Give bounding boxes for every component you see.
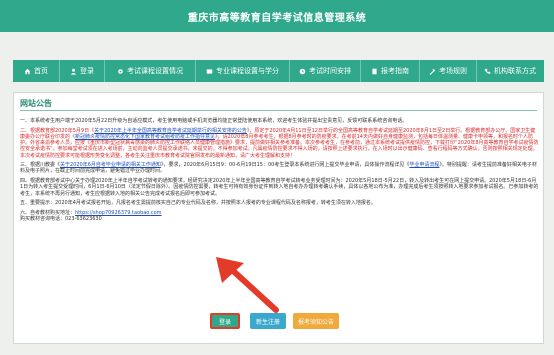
new-student-register-button[interactable]: 新生注册	[250, 313, 286, 329]
action-buttons: 登录 新生注册 报考须知公告	[14, 313, 543, 333]
site-title: 重庆市高等教育自学考试信息管理系统	[187, 13, 367, 24]
announcement-item-3: 三、根据川教委《关于2020年6月自考毕业申请的相关工作通知》，要求，2020年…	[20, 162, 539, 174]
announcement-link[interactable]: 关于2020年上半年全国高等教育自学考试延期举行的相关安排的公告	[94, 128, 247, 134]
book-icon	[206, 68, 213, 74]
announcement-link[interactable]: 新冠肺炎疫情防控常态化下国家教育考试组考防疫工作指导意见	[75, 134, 215, 140]
gear-icon	[118, 68, 123, 74]
announcement-item-6: 六、自考教材购买地址：https://shop70926379.taobao.c…	[20, 210, 539, 222]
clock-icon	[299, 68, 306, 74]
nav-item-course-settings[interactable]: 考试课程设置情况	[105, 60, 195, 82]
announcement-item-2: 二、根据教育部2020年5月9日《关于2020年上半年全国高等教育自学考试延期举…	[20, 128, 539, 159]
announcement-divider	[20, 110, 537, 111]
nav-item-exam-rules[interactable]: 考场规则	[420, 60, 476, 82]
nav-item-home[interactable]: 首页	[13, 60, 59, 82]
guide-icon	[372, 68, 377, 74]
login-button[interactable]: 登录	[210, 313, 240, 329]
main-nav: 首页 登录 考试课程设置情况 专业课程设置与学分 考试时间安排 报考指南 考场规…	[13, 60, 544, 82]
announcement-text: 购买教材咨询电话：023-63623630	[20, 216, 102, 223]
nav-item-login[interactable]: 登录	[60, 60, 104, 82]
nav-item-label: 考试课程设置情况	[127, 67, 183, 75]
announcement-text: 二、根据教育部2020年5月9日《	[20, 127, 95, 134]
nav-item-major-courses[interactable]: 专业课程设置与学分	[196, 60, 289, 82]
announcement-content: 一、本系统考生用户端于2020年5月22日升级为自适应模式，考生使用电脑或手机浏…	[20, 118, 539, 226]
nav-item-contact[interactable]: 机构联系方式	[477, 60, 543, 82]
announcement-link[interactable]: 毕业申请流程	[409, 162, 439, 168]
nav-item-label: 考试时间安排	[309, 67, 351, 75]
phone-icon	[484, 68, 491, 74]
announcement-item-4: 四、根据教育部考试中心关于办理2020年上半年自学考试转考的通知要求，经研究决定…	[20, 178, 539, 197]
announcement-title: 网站公告	[20, 99, 52, 108]
red-arrow-annotation	[216, 257, 279, 313]
exam-notice-button[interactable]: 报考须知公告	[293, 313, 339, 329]
nav-item-exam-guide[interactable]: 报考指南	[361, 60, 419, 82]
home-icon	[24, 68, 31, 74]
user-icon	[70, 68, 77, 75]
nav-item-exam-schedule[interactable]: 考试时间安排	[290, 60, 360, 82]
nav-item-label: 报考指南	[381, 67, 409, 75]
nav-item-label: 机构联系方式	[494, 67, 536, 75]
nav-item-label: 考场规则	[439, 67, 467, 75]
nav-item-label: 专业课程设置与学分	[216, 67, 279, 75]
announcement-item-1: 一、本系统考生用户端于2020年5月22日升级为自适应模式，考生使用电脑或手机浏…	[20, 118, 408, 124]
rules-icon	[429, 68, 436, 75]
nav-item-label: 首页	[34, 67, 48, 75]
announcement-text: 》，要求，2020年6月15日9：00-6月19日15：00考生登录本系统进行网…	[160, 162, 410, 169]
announcement-item-5: 五、重要提示：2020年4月考试报名开始，凡报名考生需提前核实自己的专业代码及名…	[20, 200, 376, 207]
nav-item-label: 登录	[80, 67, 94, 75]
site-header: 重庆市高等教育自学考试信息管理系统	[0, 0, 554, 32]
